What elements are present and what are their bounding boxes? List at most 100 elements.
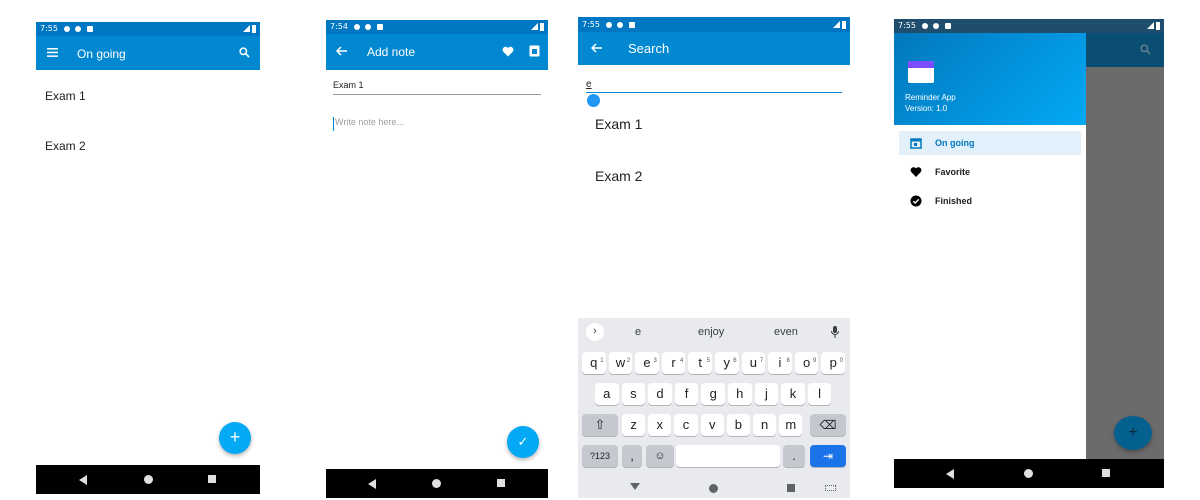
key-e[interactable]: e3	[635, 352, 659, 374]
list-item[interactable]: Exam 2	[45, 139, 86, 153]
screen-search: 7:55 Search e Exam 1 Exam 2 › e enjoy ev…	[578, 17, 850, 498]
app-bar: Add note	[326, 34, 548, 70]
add-note-button[interactable]: +	[219, 422, 251, 454]
back-icon[interactable]	[79, 475, 87, 485]
shift-key[interactable]: ⇧	[582, 414, 618, 436]
comma-key[interactable]: ,	[622, 445, 642, 467]
enter-key[interactable]: ⇥	[810, 445, 846, 467]
key-s[interactable]: s	[621, 383, 646, 405]
status-time: 7:54	[330, 22, 348, 31]
search-icon[interactable]	[239, 47, 250, 58]
note-body-field[interactable]: Write note here...	[333, 117, 541, 131]
back-icon[interactable]	[368, 479, 376, 489]
search-input[interactable]: e	[586, 79, 842, 93]
recents-icon[interactable]	[787, 484, 795, 492]
key-z[interactable]: z	[622, 414, 646, 436]
key-y[interactable]: y6	[715, 352, 739, 374]
dimmed-app-bar	[1086, 33, 1164, 67]
period-key[interactable]: .	[783, 445, 805, 467]
back-arrow-icon[interactable]	[591, 43, 603, 53]
key-f[interactable]: f	[674, 383, 699, 405]
battery-icon	[842, 20, 846, 29]
key-d[interactable]: d	[648, 383, 672, 405]
note-title-field[interactable]: Exam 1	[333, 80, 541, 95]
key-t[interactable]: t5	[688, 352, 712, 374]
keyboard-switch-icon[interactable]	[825, 485, 836, 491]
key-a[interactable]: a	[595, 383, 619, 405]
status-bar: 7:55	[36, 22, 260, 36]
home-icon[interactable]	[432, 479, 441, 488]
space-key[interactable]	[676, 445, 780, 467]
microphone-icon[interactable]	[831, 326, 839, 338]
home-icon[interactable]	[709, 484, 718, 493]
status-bar: 7:54	[326, 20, 548, 34]
favorite-heart-icon[interactable]	[502, 46, 514, 57]
expand-suggestions-icon[interactable]: ›	[586, 323, 604, 341]
status-time: 7:55	[582, 20, 600, 29]
home-icon[interactable]	[1024, 469, 1033, 478]
save-note-button[interactable]: ✓	[507, 426, 539, 458]
drawer-item-favorite[interactable]: Favorite	[899, 160, 1081, 184]
key-h[interactable]: h	[728, 383, 752, 405]
key-w[interactable]: w2	[608, 352, 633, 374]
key-j[interactable]: j	[754, 383, 779, 405]
key-u[interactable]: u7	[741, 352, 766, 374]
recents-icon[interactable]	[208, 475, 216, 483]
back-icon[interactable]	[946, 469, 954, 479]
key-hint: 2	[626, 358, 631, 364]
status-time: 7:55	[40, 24, 58, 33]
shield-status-icon	[933, 22, 940, 29]
recents-icon[interactable]	[1102, 469, 1110, 477]
suggestion[interactable]: enjoy	[698, 326, 724, 338]
key-q[interactable]: q1	[582, 352, 606, 374]
key-r[interactable]: r4	[661, 352, 686, 374]
list-item[interactable]: Exam 1	[45, 89, 86, 103]
text-cursor-handle-icon[interactable]	[587, 94, 600, 107]
key-hint: 5	[706, 358, 710, 364]
wifi-icon	[243, 25, 250, 32]
key-c[interactable]: c	[674, 414, 698, 436]
emoji-key[interactable]: ☺	[646, 445, 674, 467]
settings-status-icon	[353, 23, 360, 30]
status-bar: 7:55	[578, 17, 850, 32]
key-o[interactable]: o9	[794, 352, 819, 374]
key-v[interactable]: v	[700, 414, 724, 436]
key-p[interactable]: p0	[821, 352, 845, 374]
key-b[interactable]: b	[726, 414, 750, 436]
key-g[interactable]: g	[701, 383, 725, 405]
key-hint: 6	[733, 358, 737, 364]
key-x[interactable]: x	[648, 414, 672, 436]
backspace-key[interactable]: ⌫	[810, 414, 846, 436]
battery-icon	[252, 24, 256, 33]
app-name: Reminder App	[905, 93, 956, 102]
check-circle-icon	[910, 195, 922, 207]
key-hint: 9	[813, 358, 817, 364]
key-n[interactable]: n	[753, 414, 777, 436]
suggestion[interactable]: e	[635, 326, 641, 338]
key-hint: 8	[786, 358, 790, 364]
key-i[interactable]: i8	[768, 352, 792, 374]
key-l[interactable]: l	[807, 383, 832, 405]
add-note-button: +	[1114, 416, 1152, 450]
drawer-item-ongoing[interactable]: On going	[899, 131, 1081, 155]
navigation-drawer: Reminder App Version: 1.0 On going Favor…	[894, 33, 1086, 488]
save-icon[interactable]	[529, 45, 540, 57]
back-arrow-icon[interactable]	[336, 46, 348, 56]
home-icon[interactable]	[144, 475, 153, 484]
menu-icon[interactable]	[47, 48, 58, 57]
suggestion[interactable]: even	[774, 326, 798, 338]
key-k[interactable]: k	[781, 383, 805, 405]
settings-status-icon	[63, 25, 70, 32]
recents-icon[interactable]	[497, 479, 505, 487]
drawer-item-finished[interactable]: Finished	[899, 189, 1081, 213]
drawer-item-label: Favorite	[935, 167, 971, 177]
symbols-key[interactable]: ?123	[582, 445, 618, 467]
app-logo-icon	[908, 61, 934, 83]
shield-status-icon	[617, 21, 624, 28]
hide-keyboard-icon[interactable]	[630, 483, 640, 490]
list-item[interactable]: Exam 2	[595, 168, 642, 184]
page-title: Search	[628, 41, 670, 56]
key-m[interactable]: m	[779, 414, 803, 436]
sd-card-status-icon	[628, 21, 635, 28]
list-item[interactable]: Exam 1	[595, 116, 642, 132]
